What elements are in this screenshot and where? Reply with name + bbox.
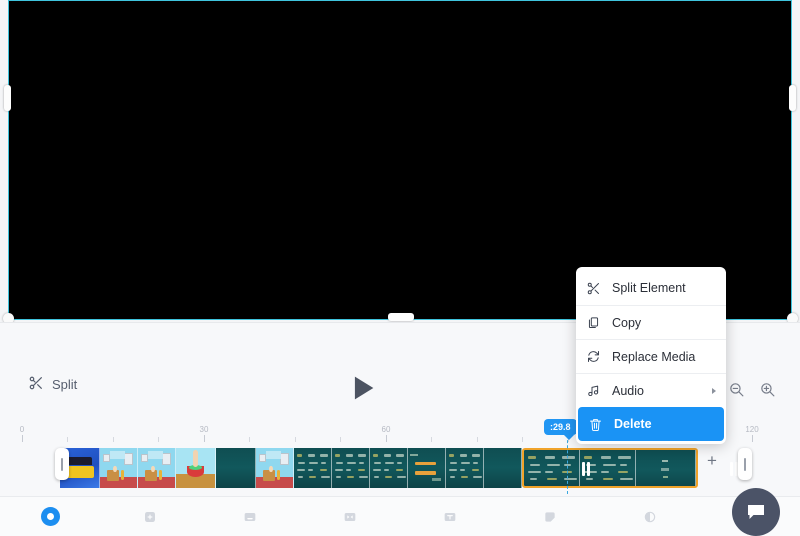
nav-transition[interactable] (300, 497, 400, 536)
chevron-right-icon (712, 388, 716, 394)
split-button[interactable]: Split (28, 375, 77, 394)
chat-support-button[interactable] (732, 488, 780, 536)
menu-copy-label: Copy (612, 316, 641, 330)
scissors-icon (586, 281, 601, 296)
nav-text[interactable] (400, 497, 500, 536)
playhead-time-label: :29.8 (544, 419, 577, 435)
canvas-handle-right[interactable] (789, 85, 796, 111)
zoom-out-icon[interactable] (728, 381, 745, 398)
clip-chalkboard-blank[interactable] (216, 448, 256, 488)
ruler-tick-major (752, 435, 753, 442)
canvas-handle-left[interactable] (4, 85, 11, 111)
ruler-label: 60 (382, 425, 391, 434)
menu-delete-label: Delete (614, 417, 652, 431)
video-editor-app: Split 03060120 + :29.8 Split Elem (0, 0, 800, 536)
menu-audio-label: Audio (612, 384, 644, 398)
menu-split-element-label: Split Element (612, 281, 686, 295)
transition-icon (342, 509, 358, 525)
plus-square-icon (142, 509, 158, 525)
nav-media[interactable] (200, 497, 300, 536)
nav-sticker[interactable] (500, 497, 600, 536)
split-button-label: Split (52, 377, 77, 392)
canvas-handle-bottom[interactable] (388, 313, 414, 321)
text-icon (442, 509, 458, 525)
menu-delete[interactable]: Delete (578, 407, 724, 441)
media-icon (242, 509, 258, 525)
clip-hand-bowl[interactable] (176, 448, 216, 488)
ruler-tick-major (22, 435, 23, 442)
clip-boundary-marker-left (582, 462, 590, 476)
clip-chalkboard-3[interactable] (370, 448, 408, 488)
clip-boundary-marker-right (730, 462, 738, 476)
clip-chalkboard-2[interactable] (332, 448, 370, 488)
replace-media-icon (586, 349, 601, 364)
clip-trim-handle-left[interactable] (55, 448, 69, 480)
contrast-icon (642, 509, 658, 525)
chat-bubble-icon (744, 500, 768, 524)
menu-replace-media-label: Replace Media (612, 350, 695, 364)
clip-chalkboard-4[interactable] (408, 448, 446, 488)
ruler-tick-major (204, 435, 205, 442)
ruler-label: 120 (745, 425, 758, 434)
copy-icon (586, 315, 601, 330)
clip-selected-1[interactable] (524, 450, 580, 488)
ruler-tick-major (386, 435, 387, 442)
menu-copy[interactable]: Copy (576, 305, 726, 339)
clip-chalkboard-blank-2[interactable] (484, 448, 522, 488)
clip-classroom-1[interactable] (100, 448, 138, 488)
clip-classroom-3[interactable] (256, 448, 294, 488)
trash-icon (588, 417, 603, 432)
nav-record[interactable] (0, 497, 100, 536)
zoom-controls (728, 381, 776, 398)
music-note-icon (586, 383, 601, 398)
clip-classroom-2[interactable] (138, 448, 176, 488)
timeline[interactable]: + (0, 442, 800, 496)
selected-clip-group[interactable] (522, 448, 698, 488)
menu-replace-media[interactable]: Replace Media (576, 339, 726, 373)
record-circle-icon (41, 507, 60, 526)
play-button[interactable] (345, 371, 379, 405)
zoom-in-icon[interactable] (759, 381, 776, 398)
menu-split-element[interactable]: Split Element (576, 271, 726, 305)
ruler-label: 0 (20, 425, 24, 434)
menu-audio[interactable]: Audio (576, 373, 726, 407)
bottom-navigation (0, 496, 800, 536)
timeline-track[interactable] (60, 448, 698, 488)
ruler-label: 30 (200, 425, 209, 434)
scissors-icon (28, 375, 44, 394)
play-icon (345, 371, 379, 405)
clip-selected-3[interactable] (636, 450, 696, 488)
nav-filter[interactable] (600, 497, 700, 536)
sticker-icon (542, 509, 558, 525)
clip-trim-handle-right[interactable] (738, 448, 752, 480)
clip-context-menu[interactable]: Split Element Copy Replace Media Audio Delet… (576, 267, 726, 444)
nav-add[interactable] (100, 497, 200, 536)
add-clip-button[interactable]: + (703, 452, 721, 470)
clip-chalkboard-5[interactable] (446, 448, 484, 488)
clip-chalkboard-1[interactable] (294, 448, 332, 488)
